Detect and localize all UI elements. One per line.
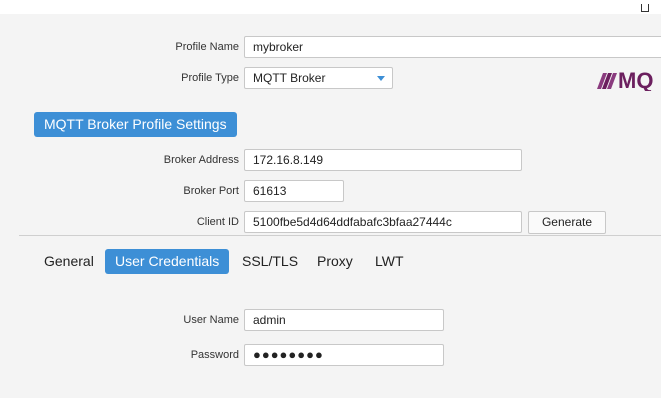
client-id-label: Client ID bbox=[196, 216, 239, 228]
profile-name-input[interactable]: mybroker bbox=[244, 36, 661, 58]
profile-type-select[interactable]: MQTT Broker bbox=[244, 67, 393, 89]
password-label: Password bbox=[190, 349, 239, 361]
profile-type-value: MQTT Broker bbox=[253, 71, 326, 85]
window-control-icon[interactable] bbox=[641, 4, 649, 12]
chevron-down-icon bbox=[377, 76, 385, 81]
profile-type-label: Profile Type bbox=[181, 72, 239, 84]
tab-proxy[interactable]: Proxy bbox=[307, 249, 363, 274]
section-divider bbox=[19, 235, 661, 236]
tab-general[interactable]: General bbox=[34, 249, 104, 274]
generate-button[interactable]: Generate bbox=[528, 211, 606, 234]
client-id-input[interactable]: 5100fbe5d4d64ddfabafc3bfaa27444c bbox=[244, 211, 522, 233]
broker-port-label: Broker Port bbox=[183, 185, 239, 197]
window-top-bar bbox=[0, 0, 661, 14]
tab-ssl-tls[interactable]: SSL/TLS bbox=[232, 249, 308, 274]
password-input[interactable]: ●●●●●●●● bbox=[244, 344, 444, 366]
mqtt-logo: MQ bbox=[597, 67, 661, 91]
user-name-label: User Name bbox=[183, 314, 239, 326]
broker-address-input[interactable]: 172.16.8.149 bbox=[244, 149, 522, 171]
tab-lwt[interactable]: LWT bbox=[365, 249, 414, 274]
broker-address-label: Broker Address bbox=[163, 154, 239, 166]
broker-port-input[interactable]: 61613 bbox=[244, 180, 344, 202]
tab-user-credentials[interactable]: User Credentials bbox=[105, 249, 230, 274]
broker-profile-settings-header[interactable]: MQTT Broker Profile Settings bbox=[34, 112, 237, 137]
user-name-input[interactable]: admin bbox=[244, 309, 444, 331]
logo-text: MQ bbox=[618, 68, 653, 91]
mqtt-logo-graphic: MQ bbox=[597, 68, 653, 91]
profile-name-label: Profile Name bbox=[175, 41, 239, 53]
